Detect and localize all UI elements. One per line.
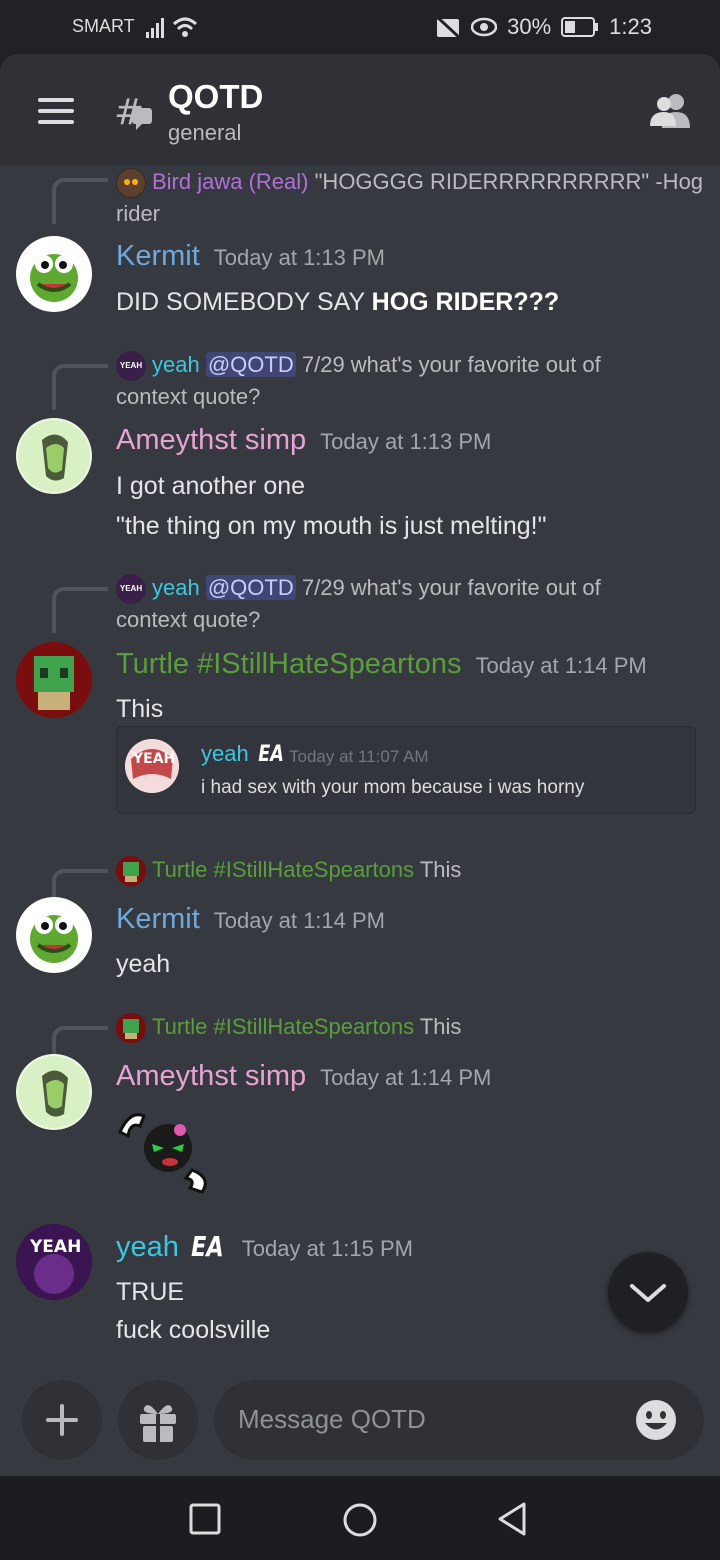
gift-button[interactable] bbox=[118, 1380, 198, 1460]
reply-spine bbox=[52, 178, 108, 224]
role-tag: EA bbox=[191, 1230, 224, 1263]
message-header: yeah EA Today at 1:15 PM bbox=[116, 1230, 413, 1264]
svg-text:YEAH: YEAH bbox=[29, 1237, 81, 1257]
reply-author: Turtle #IStillHateSpeartons bbox=[152, 857, 415, 882]
embed-author: yeah EA bbox=[201, 741, 284, 767]
message-list[interactable]: Bird jawa (Real) "HOGGGG RIDERRRRRRRRRR"… bbox=[0, 166, 720, 1476]
system-nav-bar bbox=[0, 1476, 720, 1560]
battery-icon bbox=[561, 17, 599, 37]
avatar[interactable] bbox=[16, 642, 92, 718]
carrier-label: SMART bbox=[72, 16, 135, 36]
jump-to-present-button[interactable] bbox=[608, 1252, 688, 1332]
emoji-icon[interactable] bbox=[634, 1398, 678, 1442]
message-header: Ameythst simp Today at 1:14 PM bbox=[116, 1060, 491, 1093]
message-text: yeah bbox=[116, 950, 171, 978]
reply-author: yeah bbox=[152, 575, 200, 600]
message-header: Ameythst simp Today at 1:13 PM bbox=[116, 424, 491, 457]
avatar[interactable] bbox=[16, 897, 92, 973]
message-text: I got another one bbox=[116, 472, 306, 500]
channel-name: general bbox=[168, 120, 242, 145]
message-text: "the thing on my mouth is just melting!" bbox=[116, 512, 547, 540]
reply-text: This bbox=[419, 1014, 462, 1039]
embed-timestamp: Today at 11:07 AM bbox=[289, 747, 429, 766]
sticker-image[interactable] bbox=[114, 1096, 214, 1196]
clock: 1:23 bbox=[609, 14, 652, 39]
reply-spine bbox=[52, 364, 108, 410]
signal-wifi-icon bbox=[146, 17, 198, 38]
nav-square-icon[interactable] bbox=[188, 1502, 222, 1536]
plus-icon bbox=[46, 1404, 78, 1436]
reply-author: yeah bbox=[152, 352, 200, 377]
reply-text: "HOGGGG RIDERRRRRRRRRR" -Hog bbox=[314, 169, 704, 194]
reply-text: 7/29 what's your favorite out of bbox=[301, 575, 601, 600]
timestamp: Today at 1:14 PM bbox=[320, 1065, 492, 1090]
avatar bbox=[116, 856, 146, 887]
username[interactable]: Ameythst simp bbox=[116, 1060, 306, 1093]
message-composer: Message QOTD bbox=[0, 1365, 720, 1476]
add-attachment-button[interactable] bbox=[22, 1380, 102, 1460]
battery-percent: 30% bbox=[507, 14, 552, 39]
channel-header: # QOTD general bbox=[0, 54, 720, 166]
message-input-placeholder: Message QOTD bbox=[238, 1404, 426, 1434]
thread-icon: # bbox=[114, 92, 152, 132]
reply-author: Turtle #IStillHateSpeartons bbox=[152, 1014, 415, 1039]
avatar: YEAH bbox=[116, 351, 146, 382]
avatar: YEAH bbox=[116, 574, 146, 605]
reply-preview[interactable]: YEAH yeah @QOTD 7/29 what's your favorite… bbox=[116, 572, 706, 635]
quoted-message-embed[interactable]: YEAH yeah EA Today at 11:07 AM i had sex… bbox=[116, 726, 696, 814]
mention-link[interactable]: @QOTD bbox=[205, 575, 296, 600]
role-tag: EA bbox=[258, 742, 284, 767]
avatar[interactable] bbox=[16, 236, 92, 312]
username[interactable]: Kermit bbox=[116, 903, 200, 936]
avatar[interactable] bbox=[16, 1054, 92, 1130]
message-text: This bbox=[116, 695, 164, 723]
avatar[interactable] bbox=[16, 418, 92, 494]
timestamp: Today at 1:15 PM bbox=[241, 1236, 413, 1261]
avatar bbox=[116, 168, 146, 199]
chevron-down-icon bbox=[630, 1284, 666, 1302]
reply-text: 7/29 what's your favorite out of bbox=[301, 352, 601, 377]
avatar: YEAH bbox=[125, 739, 179, 793]
message-header: Turtle #IStillHateSpeartons Today at 1:1… bbox=[116, 648, 647, 681]
reply-text-cont: rider bbox=[116, 201, 161, 227]
embed-text: i had sex with your mom because i was ho… bbox=[201, 777, 585, 798]
notifications-off-icon bbox=[435, 15, 462, 39]
reply-text: This bbox=[419, 857, 462, 882]
reply-preview[interactable]: Bird jawa (Real) "HOGGGG RIDERRRRRRRRRR"… bbox=[116, 166, 706, 229]
reply-preview[interactable]: YEAH yeah @QOTD 7/29 what's your favorite… bbox=[116, 349, 706, 412]
username[interactable]: Ameythst simp bbox=[116, 424, 306, 457]
message-header: Kermit Today at 1:13 PM bbox=[116, 240, 385, 273]
avatar[interactable]: YEAH bbox=[16, 1224, 92, 1300]
svg-text:YEAH: YEAH bbox=[132, 751, 175, 767]
page-title: QOTD bbox=[168, 78, 264, 115]
message-input[interactable]: Message QOTD bbox=[214, 1380, 704, 1460]
eye-icon bbox=[471, 17, 498, 37]
message-text: DID SOMEBODY SAY HOG RIDER??? bbox=[116, 288, 560, 316]
reply-preview[interactable]: Turtle #IStillHateSpeartons This bbox=[116, 1011, 706, 1044]
gift-icon bbox=[140, 1405, 176, 1442]
reply-author: Bird jawa (Real) bbox=[152, 169, 309, 194]
status-bar: SMART 30% 1:23 bbox=[0, 0, 720, 54]
nav-circle-icon[interactable] bbox=[342, 1502, 378, 1538]
timestamp: Today at 1:13 PM bbox=[320, 429, 492, 454]
message-text: TRUE bbox=[116, 1278, 185, 1306]
username[interactable]: Kermit bbox=[116, 240, 200, 273]
reply-preview[interactable]: Turtle #IStillHateSpeartons This bbox=[116, 854, 706, 887]
timestamp: Today at 1:14 PM bbox=[475, 653, 647, 678]
message-header: Kermit Today at 1:14 PM bbox=[116, 903, 385, 936]
hamburger-icon[interactable] bbox=[38, 98, 74, 124]
message-text: fuck coolsville bbox=[116, 1316, 271, 1344]
timestamp: Today at 1:14 PM bbox=[213, 908, 386, 933]
username[interactable]: yeah EA bbox=[116, 1230, 228, 1264]
members-icon[interactable] bbox=[650, 92, 692, 128]
nav-back-icon[interactable] bbox=[496, 1500, 530, 1538]
reply-text-cont: context quote? bbox=[116, 607, 261, 633]
username[interactable]: Turtle #IStillHateSpeartons bbox=[116, 648, 461, 681]
mention-link[interactable]: @QOTD bbox=[205, 352, 296, 377]
timestamp: Today at 1:13 PM bbox=[213, 245, 386, 270]
reply-spine bbox=[52, 587, 108, 633]
reply-text-cont: context quote? bbox=[116, 384, 261, 410]
avatar bbox=[116, 1013, 146, 1044]
